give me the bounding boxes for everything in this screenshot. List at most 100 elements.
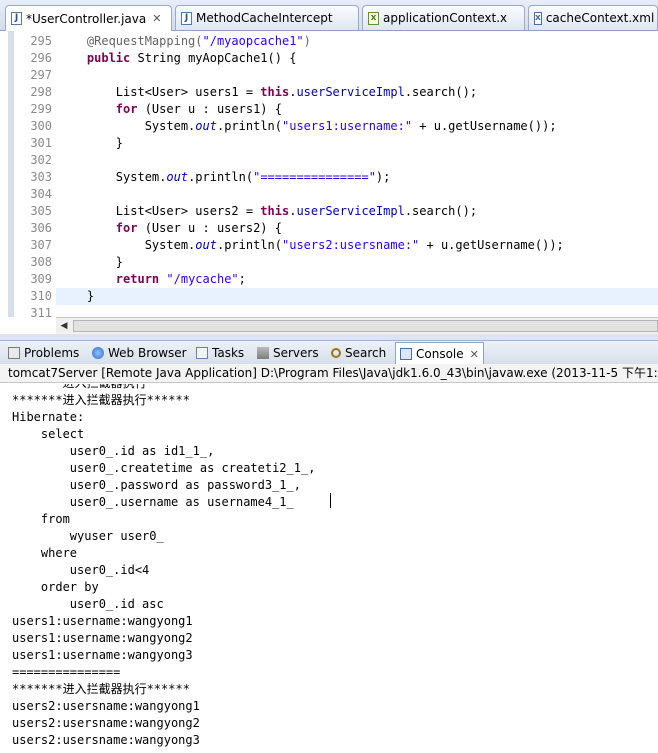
code-line: } [58, 254, 123, 271]
xml-file-icon: x [368, 11, 379, 25]
code-token: .search(); [404, 204, 478, 218]
code-line: System.out.println("users1:username:" + … [58, 118, 557, 135]
console-line: user0_.id as id1_1_, [12, 444, 215, 458]
code-token: System. [58, 119, 196, 133]
code-token: .search(); [404, 85, 478, 99]
current-line-highlight [56, 288, 658, 305]
console-line: users1:username:wangyong3 [12, 648, 193, 662]
code-token: @RequestMapping( [86, 34, 203, 48]
code-token: .println( [188, 170, 254, 184]
line-number: 304 [30, 187, 52, 201]
tab-label: *UserController.java [26, 11, 147, 26]
console-line: order by [12, 580, 99, 594]
code-line: for (User u : users1) { [58, 101, 282, 118]
code-token: this [260, 85, 290, 99]
globe-icon [92, 347, 104, 359]
console-line: where [12, 546, 78, 560]
code-line: System.out.println("==============="); [58, 169, 391, 186]
code-line: for (User u : users2) { [58, 220, 282, 237]
tab-label: Tasks [212, 346, 245, 360]
code-token: + u.getUsername()); [419, 238, 564, 252]
line-number: 295 [30, 34, 52, 48]
tab-console[interactable]: Console ✕ [395, 342, 484, 365]
tab-label: Search [345, 346, 387, 360]
tab-label: Servers [273, 346, 319, 360]
line-number: 303 [30, 170, 52, 184]
console-icon [400, 348, 412, 360]
tasks-icon [196, 347, 208, 359]
code-token: for [115, 221, 138, 235]
code-token: + u.getUsername()); [412, 119, 557, 133]
code-line: System.out.println("users2:usersname:" +… [58, 237, 564, 254]
code-token: System. [58, 170, 167, 184]
tab-tasks[interactable]: Tasks [196, 343, 244, 363]
view-tab-bar: Problems Web Browser Tasks Servers Searc… [0, 340, 658, 365]
code-token: } [58, 136, 124, 150]
console-header: tomcat7Server [Remote Java Application] … [0, 364, 658, 383]
line-number: 296 [30, 51, 52, 65]
code-line: return "/mycache"; [58, 271, 246, 288]
line-number: 307 [30, 238, 52, 252]
code-token: this [260, 204, 290, 218]
tab-search[interactable]: Search [331, 343, 386, 363]
code-token: .println( [216, 119, 282, 133]
close-icon[interactable]: ✕ [470, 348, 479, 361]
tab-servers[interactable]: Servers [257, 343, 319, 363]
code-token: } [58, 289, 95, 303]
tab-user-controller[interactable]: J *UserController.java ✕ [5, 5, 172, 31]
tab-label: Web Browser [108, 346, 187, 360]
xml-file-icon: x [534, 11, 542, 25]
text-caret [330, 493, 331, 508]
line-number: 310 [30, 289, 52, 303]
code-line: List<User> users2 = this.userServiceImpl… [58, 203, 477, 220]
code-token: out [166, 170, 189, 184]
code-token: out [195, 119, 217, 133]
code-token: "users1:username:" [282, 119, 413, 133]
code-line: public String myAopCache1() { [58, 50, 297, 67]
line-number: 299 [30, 102, 52, 116]
tab-method-cache-intercept[interactable]: J MethodCacheIntercept [175, 5, 359, 30]
horizontal-scrollbar[interactable]: ◀ [56, 317, 658, 334]
code-token: userServiceImpl [296, 85, 405, 99]
code-token: } [58, 255, 124, 269]
console-line: *******进入拦截器执行****** [12, 384, 190, 392]
console-line: user0_.id asc [12, 597, 164, 611]
close-icon[interactable]: ✕ [152, 12, 161, 25]
line-number: 305 [30, 204, 52, 218]
code-token: ) [303, 34, 311, 48]
editor-tab-bar: J *UserController.java ✕ J MethodCacheIn… [0, 0, 658, 31]
line-number: 301 [30, 136, 52, 150]
code-line: List<User> users1 = this.userServiceImpl… [58, 84, 477, 101]
problems-icon [8, 347, 20, 359]
code-token: for [115, 102, 138, 116]
console-output[interactable]: *******进入拦截器执行*************进入拦截器执行******… [0, 384, 658, 753]
line-number: 309 [30, 272, 52, 286]
tab-web-browser[interactable]: Web Browser [92, 343, 187, 363]
code-line: } [58, 135, 123, 152]
line-number: 298 [30, 85, 52, 99]
console-line: *******进入拦截器执行****** [12, 393, 190, 407]
servers-icon [257, 347, 269, 359]
code-token: List<User> users2 = [58, 204, 261, 218]
tab-label: Console [416, 347, 464, 361]
tab-application-context[interactable]: x applicationContext.x [362, 5, 525, 30]
code-editor[interactable]: 295 296 297 298 299 300 301 302 303 304 305 306 307 3… [0, 31, 658, 317]
code-token: .println( [216, 238, 282, 252]
line-number: 308 [30, 255, 52, 269]
tab-cache-context[interactable]: x cacheContext.xml [528, 5, 658, 30]
scrollbar-thumb[interactable] [73, 320, 658, 332]
scroll-left-icon[interactable]: ◀ [56, 318, 72, 334]
console-line: user0_.username as username4_1_ [12, 495, 294, 509]
code-token: public [86, 51, 131, 65]
line-number: 300 [30, 119, 52, 133]
line-number-gutter: 295 296 297 298 299 300 301 302 303 304 305 306 307 3… [0, 31, 55, 317]
console-line: user0_.createtime as createti2_1_, [12, 461, 316, 475]
tab-problems[interactable]: Problems [8, 343, 79, 363]
console-line: wyuser user0_ [12, 529, 164, 543]
code-token: "users2:usersname:" [282, 238, 420, 252]
